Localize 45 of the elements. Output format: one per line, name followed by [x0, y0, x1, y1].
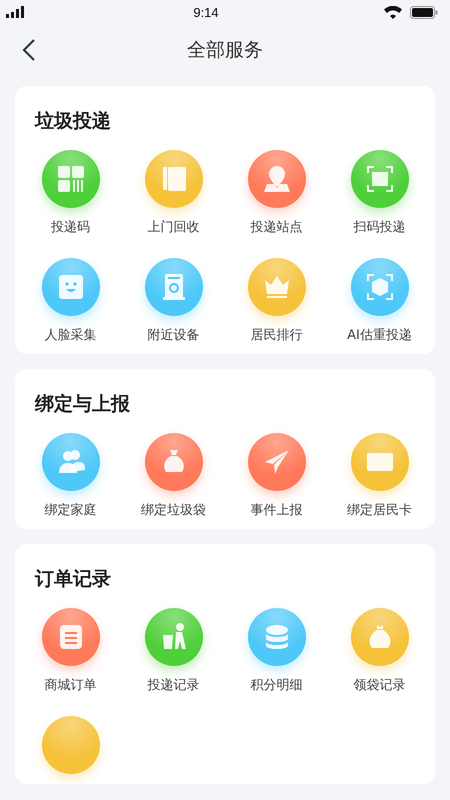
service-label: 投递站点 [250, 219, 302, 236]
service-label: 投递记录 [148, 677, 200, 694]
service-icon-circle[interactable] [350, 150, 408, 208]
clock-time: 9:14 [193, 4, 219, 20]
service-icon-circle[interactable] [350, 433, 408, 491]
page-title: 全部服务 [187, 38, 263, 63]
service-icon-circle[interactable] [42, 608, 100, 666]
grid-icon [56, 164, 86, 194]
service-label: 积分明细 [250, 677, 302, 694]
service-label: 扫码投递 [354, 219, 406, 236]
service-icon-circle[interactable] [42, 433, 100, 491]
service-label: 投递码 [51, 219, 90, 236]
section-title: 绑定与上报 [34, 392, 131, 417]
service-icon-circle[interactable] [248, 258, 306, 316]
cube-icon [364, 272, 394, 302]
service-icon-circle[interactable] [42, 258, 100, 316]
service-icon-circle[interactable] [144, 150, 202, 208]
pin-icon [262, 164, 292, 194]
scan-icon [364, 164, 394, 194]
service-icon-circle[interactable] [144, 258, 202, 316]
service-icon-circle[interactable] [42, 150, 100, 208]
service-icon-circle[interactable] [248, 150, 306, 208]
battery-icon [410, 6, 438, 18]
service-label: 附近设备 [148, 327, 200, 344]
service-icon-circle[interactable] [350, 608, 408, 666]
service-label: 上门回收 [148, 219, 200, 236]
service-icon-circle[interactable] [248, 608, 306, 666]
service-label: 事件上报 [250, 502, 302, 519]
service-icon-circle[interactable] [144, 433, 202, 491]
service-label: 领袋记录 [354, 677, 406, 694]
section-title: 垃圾投递 [33, 109, 112, 134]
back-icon[interactable] [22, 38, 36, 62]
service-icon-circle[interactable] [248, 433, 306, 491]
service-icon-circle[interactable] [350, 258, 408, 316]
service-label: AI估重投递 [347, 327, 412, 344]
service-label: 居民排行 [250, 327, 302, 344]
wifi-icon [384, 6, 402, 18]
service-label: 绑定垃圾袋 [141, 502, 206, 519]
service-icon-circle[interactable] [144, 608, 202, 666]
service-icon-circle[interactable] [42, 716, 100, 774]
service-label: 绑定居民卡 [347, 502, 412, 519]
service-label: 绑定家庭 [44, 502, 96, 519]
service-label: 人脸采集 [44, 327, 96, 344]
service-label: 商城订单 [44, 677, 96, 694]
section-title: 订单记录 [34, 567, 112, 592]
